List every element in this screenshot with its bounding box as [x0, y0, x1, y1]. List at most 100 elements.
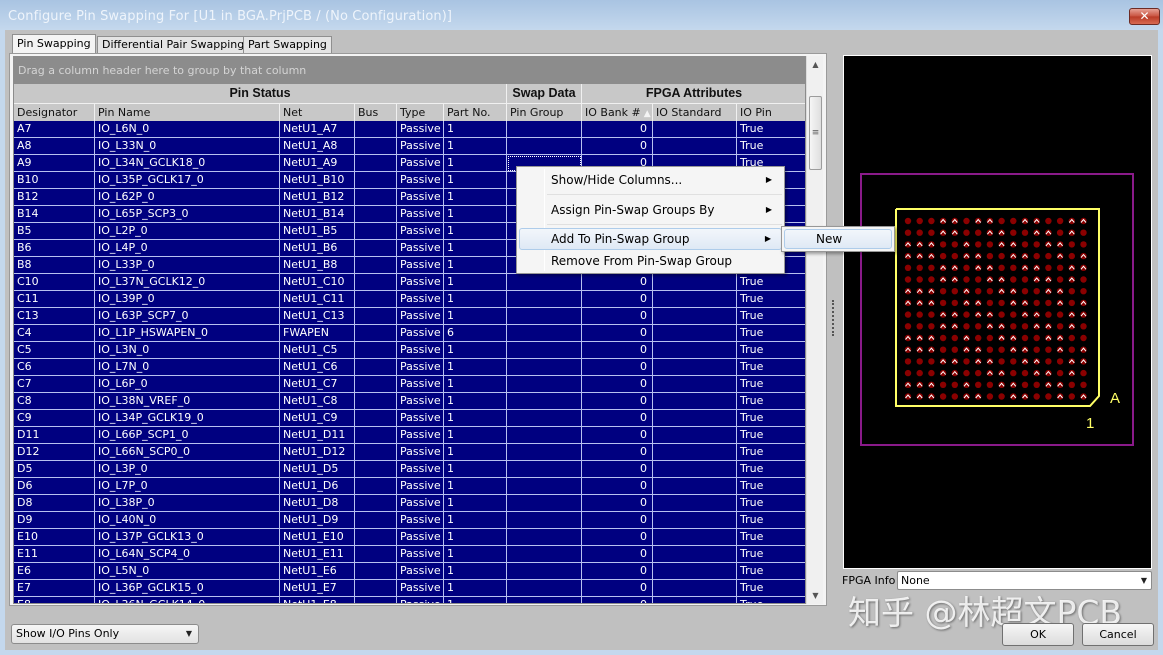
cell-part-no[interactable]: 1: [444, 308, 507, 325]
cell-type[interactable]: Passive: [397, 563, 444, 580]
cell-designator[interactable]: E11: [14, 546, 95, 563]
menu-item-add-to-pin-swap-group[interactable]: Add To Pin-Swap Group ▶: [519, 228, 782, 250]
table-row[interactable]: C13 IO_L63P_SCP7_0 NetU1_C13 Passive 1 0 True: [14, 308, 805, 325]
cell-io-bank[interactable]: 0: [582, 342, 653, 359]
cell-bus[interactable]: [355, 597, 397, 603]
cell-io-bank[interactable]: 0: [582, 546, 653, 563]
cell-pin-name[interactable]: IO_L35P_GCLK17_0: [95, 172, 280, 189]
cell-io-pin[interactable]: True: [737, 546, 805, 563]
cell-io-pin[interactable]: True: [737, 495, 805, 512]
cell-designator[interactable]: B8: [14, 257, 95, 274]
cell-io-standard[interactable]: [653, 359, 737, 376]
cell-type[interactable]: Passive: [397, 410, 444, 427]
cell-pin-group[interactable]: [507, 291, 582, 308]
cell-designator[interactable]: C5: [14, 342, 95, 359]
cell-io-pin[interactable]: True: [737, 393, 805, 410]
cell-io-pin[interactable]: True: [737, 121, 805, 138]
cell-io-bank[interactable]: 0: [582, 580, 653, 597]
cell-type[interactable]: Passive: [397, 495, 444, 512]
table-row[interactable]: E6 IO_L5N_0 NetU1_E6 Passive 1 0 True: [14, 563, 805, 580]
cell-io-standard[interactable]: [653, 342, 737, 359]
cell-net[interactable]: NetU1_C11: [280, 291, 355, 308]
column-header-part-no[interactable]: Part No.: [444, 104, 507, 121]
cell-pin-name[interactable]: IO_L63P_SCP7_0: [95, 308, 280, 325]
cell-pin-name[interactable]: IO_L40N_0: [95, 512, 280, 529]
cell-type[interactable]: Passive: [397, 240, 444, 257]
cell-bus[interactable]: [355, 546, 397, 563]
cell-bus[interactable]: [355, 325, 397, 342]
cell-pin-name[interactable]: IO_L62P_0: [95, 189, 280, 206]
cell-bus[interactable]: [355, 172, 397, 189]
cell-pin-group[interactable]: [507, 529, 582, 546]
cell-designator[interactable]: E10: [14, 529, 95, 546]
cell-designator[interactable]: C10: [14, 274, 95, 291]
cell-io-bank[interactable]: 0: [582, 274, 653, 291]
cell-pin-name[interactable]: IO_L38N_VREF_0: [95, 393, 280, 410]
cell-part-no[interactable]: 1: [444, 172, 507, 189]
cell-io-standard[interactable]: [653, 376, 737, 393]
cell-io-bank[interactable]: 0: [582, 512, 653, 529]
cell-type[interactable]: Passive: [397, 291, 444, 308]
cell-io-bank[interactable]: 0: [582, 138, 653, 155]
menu-item-assign-pin-swap-groups[interactable]: Assign Pin-Swap Groups By ▶: [519, 199, 782, 221]
cell-io-pin[interactable]: True: [737, 512, 805, 529]
cell-type[interactable]: Passive: [397, 444, 444, 461]
tab-differential-pair-swapping[interactable]: Differential Pair Swapping: [97, 36, 250, 53]
column-header-designator[interactable]: Designator: [14, 104, 95, 121]
column-header-io-standard[interactable]: IO Standard: [653, 104, 737, 121]
cell-net[interactable]: NetU1_B10: [280, 172, 355, 189]
cell-designator[interactable]: A7: [14, 121, 95, 138]
cell-designator[interactable]: C9: [14, 410, 95, 427]
cell-net[interactable]: NetU1_D8: [280, 495, 355, 512]
cell-io-bank[interactable]: 0: [582, 495, 653, 512]
cell-part-no[interactable]: 1: [444, 240, 507, 257]
cell-type[interactable]: Passive: [397, 597, 444, 603]
cell-type[interactable]: Passive: [397, 121, 444, 138]
cell-net[interactable]: NetU1_B8: [280, 257, 355, 274]
cell-pin-group[interactable]: [507, 563, 582, 580]
cell-designator[interactable]: A9: [14, 155, 95, 172]
table-row[interactable]: D12 IO_L66N_SCP0_0 NetU1_D12 Passive 1 0 True: [14, 444, 805, 461]
cell-type[interactable]: Passive: [397, 359, 444, 376]
cell-part-no[interactable]: 1: [444, 223, 507, 240]
band-pin-status[interactable]: Pin Status: [14, 84, 507, 104]
cell-pin-group[interactable]: [507, 495, 582, 512]
cell-part-no[interactable]: 1: [444, 461, 507, 478]
cell-type[interactable]: Passive: [397, 529, 444, 546]
cell-pin-name[interactable]: IO_L65P_SCP3_0: [95, 206, 280, 223]
cell-bus[interactable]: [355, 461, 397, 478]
cell-net[interactable]: NetU1_C9: [280, 410, 355, 427]
cell-part-no[interactable]: 1: [444, 342, 507, 359]
cell-part-no[interactable]: 1: [444, 427, 507, 444]
panel-splitter[interactable]: [832, 300, 834, 336]
cell-io-pin[interactable]: True: [737, 342, 805, 359]
table-row[interactable]: E7 IO_L36P_GCLK15_0 NetU1_E7 Passive 1 0 True: [14, 580, 805, 597]
cell-designator[interactable]: D9: [14, 512, 95, 529]
menu-item-show-hide-columns[interactable]: Show/Hide Columns... ▶: [519, 169, 782, 191]
band-fpga-attributes[interactable]: FPGA Attributes: [582, 84, 805, 104]
cell-pin-group[interactable]: [507, 376, 582, 393]
cell-io-standard[interactable]: [653, 410, 737, 427]
cell-pin-name[interactable]: IO_L3P_0: [95, 461, 280, 478]
cell-pin-name[interactable]: IO_L37P_GCLK13_0: [95, 529, 280, 546]
cell-type[interactable]: Passive: [397, 546, 444, 563]
cell-part-no[interactable]: 1: [444, 189, 507, 206]
cell-pin-name[interactable]: IO_L7N_0: [95, 359, 280, 376]
cell-io-standard[interactable]: [653, 427, 737, 444]
band-swap-data[interactable]: Swap Data: [507, 84, 582, 104]
cell-bus[interactable]: [355, 223, 397, 240]
cell-pin-name[interactable]: IO_L36P_GCLK15_0: [95, 580, 280, 597]
cell-part-no[interactable]: 1: [444, 563, 507, 580]
cell-type[interactable]: Passive: [397, 155, 444, 172]
cell-type[interactable]: Passive: [397, 427, 444, 444]
cell-pin-name[interactable]: IO_L3N_0: [95, 342, 280, 359]
cell-io-standard[interactable]: [653, 138, 737, 155]
cell-part-no[interactable]: 1: [444, 138, 507, 155]
cell-net[interactable]: NetU1_A8: [280, 138, 355, 155]
table-row[interactable]: A7 IO_L6N_0 NetU1_A7 Passive 1 0 True: [14, 121, 805, 138]
cell-bus[interactable]: [355, 206, 397, 223]
column-header-type[interactable]: Type: [397, 104, 444, 121]
cell-io-bank[interactable]: 0: [582, 597, 653, 603]
table-row[interactable]: A8 IO_L33N_0 NetU1_A8 Passive 1 0 True: [14, 138, 805, 155]
cell-io-pin[interactable]: True: [737, 563, 805, 580]
